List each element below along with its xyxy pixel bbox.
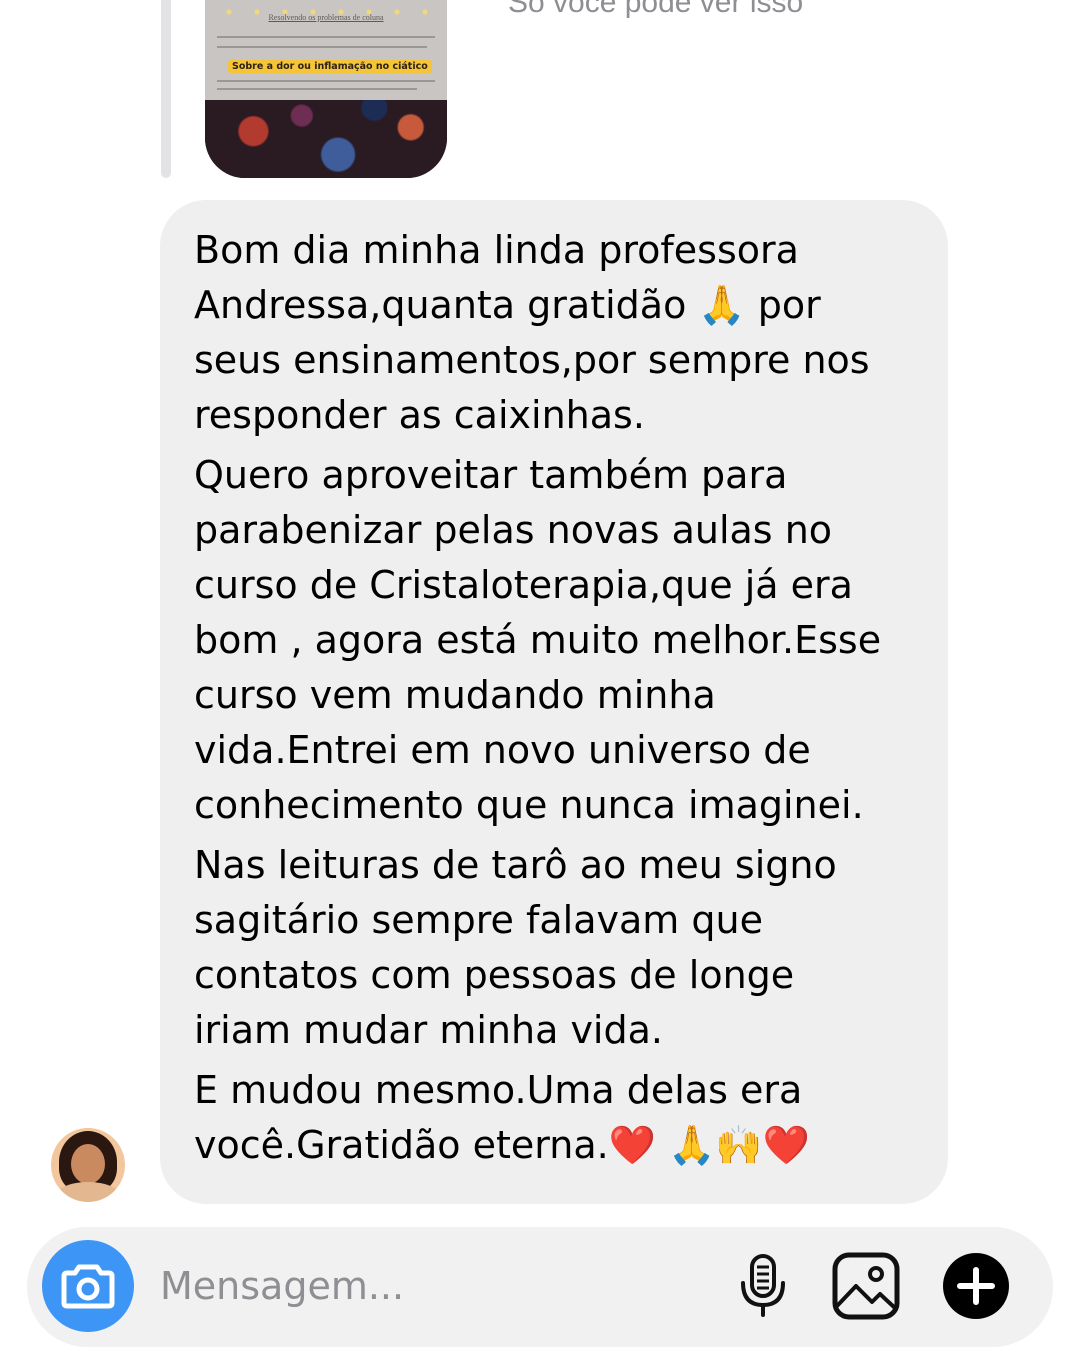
avatar-face bbox=[71, 1144, 105, 1184]
story-text-line bbox=[217, 80, 435, 82]
plus-icon bbox=[943, 1253, 1009, 1319]
gallery-icon bbox=[832, 1252, 900, 1320]
story-title-text: Resolvendo os problemas de coluna bbox=[268, 13, 384, 22]
sender-avatar[interactable] bbox=[51, 1128, 125, 1202]
story-fabric-background bbox=[205, 100, 447, 178]
message-paragraph: Bom dia minha linda professora Andressa,… bbox=[194, 228, 870, 437]
avatar-shoulders bbox=[55, 1182, 121, 1202]
message-paragraph: Quero aproveitar também para parabenizar… bbox=[194, 453, 882, 827]
message-input[interactable] bbox=[160, 1257, 700, 1315]
story-paper-image: Resolvendo os problemas de coluna Sobre … bbox=[205, 0, 447, 100]
story-privacy-note: Só você pode ver isso bbox=[508, 0, 804, 19]
camera-icon bbox=[61, 1264, 115, 1309]
message-text: Bom dia minha linda professora Andressa,… bbox=[194, 223, 930, 1178]
story-thumbnail[interactable]: Resolvendo os problemas de coluna Sobre … bbox=[205, 0, 447, 178]
add-button[interactable] bbox=[940, 1250, 1012, 1322]
message-paragraph: E mudou mesmo.Uma delas era você.Gratidã… bbox=[194, 1068, 811, 1167]
gallery-button[interactable] bbox=[830, 1250, 902, 1322]
story-reply-indicator bbox=[161, 0, 171, 178]
story-text-line bbox=[217, 46, 427, 48]
message-paragraph: Nas leituras de tarô ao meu signo sagitá… bbox=[194, 843, 837, 1052]
camera-button[interactable] bbox=[42, 1240, 134, 1332]
story-text-line bbox=[217, 88, 417, 90]
story-text-line bbox=[217, 36, 435, 38]
microphone-button[interactable] bbox=[733, 1250, 793, 1322]
story-highlight-label: Sobre a dor ou inflamação no ciático bbox=[228, 60, 432, 73]
microphone-icon bbox=[741, 1254, 785, 1317]
